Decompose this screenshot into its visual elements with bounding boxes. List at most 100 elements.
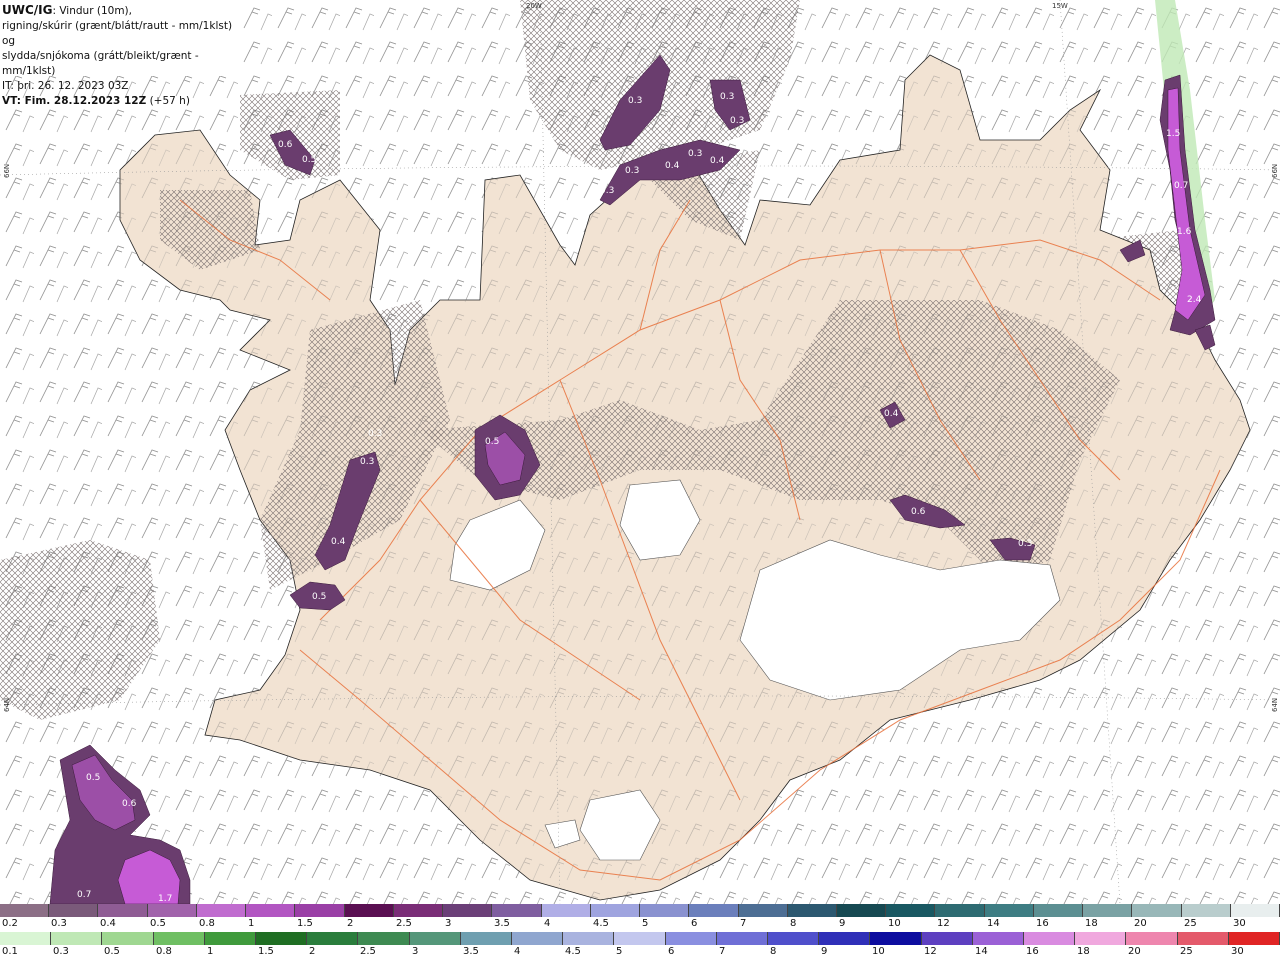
info-line-1: UWC/IG: Vindur (10m),	[2, 3, 238, 19]
snow-legend-swatch	[738, 904, 788, 917]
precip-label: 2.4	[1187, 295, 1202, 305]
snow-legend-swatch	[0, 904, 50, 917]
snow-legend-label: 5	[642, 918, 649, 929]
precip-label: 0.6	[911, 507, 926, 517]
rain-legend-label: 18	[1077, 946, 1090, 957]
lat-label-64n-right: 64N	[1271, 698, 1279, 712]
rain-legend-label: 6	[668, 946, 675, 957]
precip-label: 1.6	[1177, 227, 1192, 237]
rain-legend-label: 2	[309, 946, 316, 957]
precip-label: 0.4	[665, 161, 680, 171]
rain-legend-swatch	[358, 932, 410, 945]
snow-legend-swatch	[246, 904, 296, 917]
lat-label-66n-right: 66N	[1271, 164, 1279, 178]
precip-label: 0.3	[625, 166, 639, 176]
snow-legend-swatch	[49, 904, 99, 917]
snow-legend-label: 18	[1085, 918, 1098, 929]
snow-legend-swatch	[1181, 904, 1231, 917]
rain-legend-label: 9	[821, 946, 828, 957]
precip-label: 0.6	[278, 140, 293, 150]
precip-label: 0.7	[1174, 181, 1188, 191]
rain-legend-label: 4	[514, 946, 521, 957]
model-name: UWC/IG	[2, 3, 53, 17]
rain-legend-swatch	[972, 932, 1025, 945]
snow-legend-swatch	[98, 904, 148, 917]
snow-legend-swatch	[1132, 904, 1182, 917]
desc-line-3: slydda/snjókoma (grátt/bleikt/grænt - mm…	[2, 50, 199, 77]
snow-legend-swatch	[196, 904, 247, 917]
init-time: IT: þri. 26. 12. 2023 03Z	[2, 80, 129, 92]
precip-label: 0.4	[331, 537, 346, 547]
rain-legend-swatch	[409, 932, 461, 945]
rain-legend-label: 0.5	[104, 946, 120, 957]
rain-legend-swatch	[1024, 932, 1076, 945]
rain-legend-swatch	[204, 932, 257, 945]
rain-legend-swatch	[563, 932, 615, 945]
lon-label-15w: 15W	[1052, 2, 1068, 10]
snow-legend-label: 0.5	[150, 918, 166, 929]
rain-legend-label: 16	[1026, 946, 1039, 957]
rain-legend-label: 3	[412, 946, 419, 957]
rain-legend-label: 30	[1231, 946, 1244, 957]
precip-label: 0.3	[360, 457, 374, 467]
snow-legend-swatch	[541, 904, 591, 917]
snow-legend-swatch	[492, 904, 542, 917]
snow-legend-swatch	[836, 904, 887, 917]
snow-legend-swatch	[787, 904, 837, 917]
precip-label: 0.3	[720, 92, 734, 102]
precip-label: 0.5	[312, 592, 326, 602]
snow-legend-swatch	[1033, 904, 1084, 917]
map-info-box: UWC/IG: Vindur (10m), rigning/skúrir (gr…	[0, 0, 240, 107]
snow-legend-label: 6	[691, 918, 698, 929]
rain-legend-swatch	[1228, 932, 1280, 945]
snow-legend-label: 25	[1184, 918, 1197, 929]
snow-legend-label: 10	[888, 918, 901, 929]
rain-legend-swatch	[460, 932, 513, 945]
rain-legend-swatch	[716, 932, 769, 945]
rain-legend-label: 12	[924, 946, 937, 957]
rain-legend-swatch	[153, 932, 205, 945]
snow-legend-swatch	[1083, 904, 1133, 917]
rain-legend-labels: 0.1 0.3 0.5 0.8 1 1.5 2 2.5 3 3.5 4 4.5 5 6 7 8 9 10 12 14 1…	[0, 946, 1280, 959]
snow-legend-label: 3	[445, 918, 452, 929]
precip-label: 1.5	[1166, 129, 1180, 139]
wind-barbs-land	[0, 0, 1280, 904]
snow-legend-label: 0.2	[2, 918, 18, 929]
snow-legend-swatch	[147, 904, 197, 917]
rain-legend-swatch	[0, 932, 52, 945]
rain-legend-swatch	[921, 932, 973, 945]
snow-legend-swatch	[640, 904, 690, 917]
rain-legend-swatch	[307, 932, 359, 945]
snow-legend-swatch	[886, 904, 936, 917]
rain-legend-swatch	[870, 932, 922, 945]
precip-label: 0.3	[688, 149, 702, 159]
desc-line-1: : Vindur (10m),	[52, 5, 132, 17]
rain-legend-label: 10	[872, 946, 885, 957]
precip-label: 0.3	[628, 96, 642, 106]
info-line-valid: VT: Fim. 28.12.2023 12Z (+57 h)	[2, 94, 238, 109]
snow-legend-swatch	[689, 904, 739, 917]
lat-label-66n-left: 66N	[3, 164, 11, 178]
precip-label: 0.4	[710, 156, 725, 166]
rain-legend-label: 20	[1128, 946, 1141, 957]
snow-legend-label: 14	[987, 918, 1000, 929]
snow-legend-label: 0.4	[100, 918, 116, 929]
rain-legend-label: 7	[719, 946, 726, 957]
snow-legend-label: 3.5	[494, 918, 510, 929]
snow-legend-label: 0.3	[51, 918, 67, 929]
snow-legend-swatch	[935, 904, 985, 917]
precip-label: 0.3	[1018, 539, 1032, 549]
valid-time: VT: Fim. 28.12.2023 12Z	[2, 95, 147, 107]
snow-legend-label: 30	[1233, 918, 1246, 929]
snow-legend-label: 1.5	[297, 918, 313, 929]
snow-legend-swatch	[344, 904, 394, 917]
precip-label: 0.7	[77, 890, 91, 900]
snow-legend-swatch	[984, 904, 1034, 917]
snow-legend-label: 4	[544, 918, 551, 929]
snow-legend-label: 1	[248, 918, 255, 929]
snow-legend-swatch	[443, 904, 493, 917]
rain-legend-swatch	[1075, 932, 1127, 945]
rain-legend-label: 1.5	[258, 946, 274, 957]
lon-label-20w: 20W	[526, 2, 542, 10]
weather-map: 0.6 0.5 0.3 0.3 0.3 0.3 0.4 0.3 0.4 0.3 …	[0, 0, 1280, 904]
